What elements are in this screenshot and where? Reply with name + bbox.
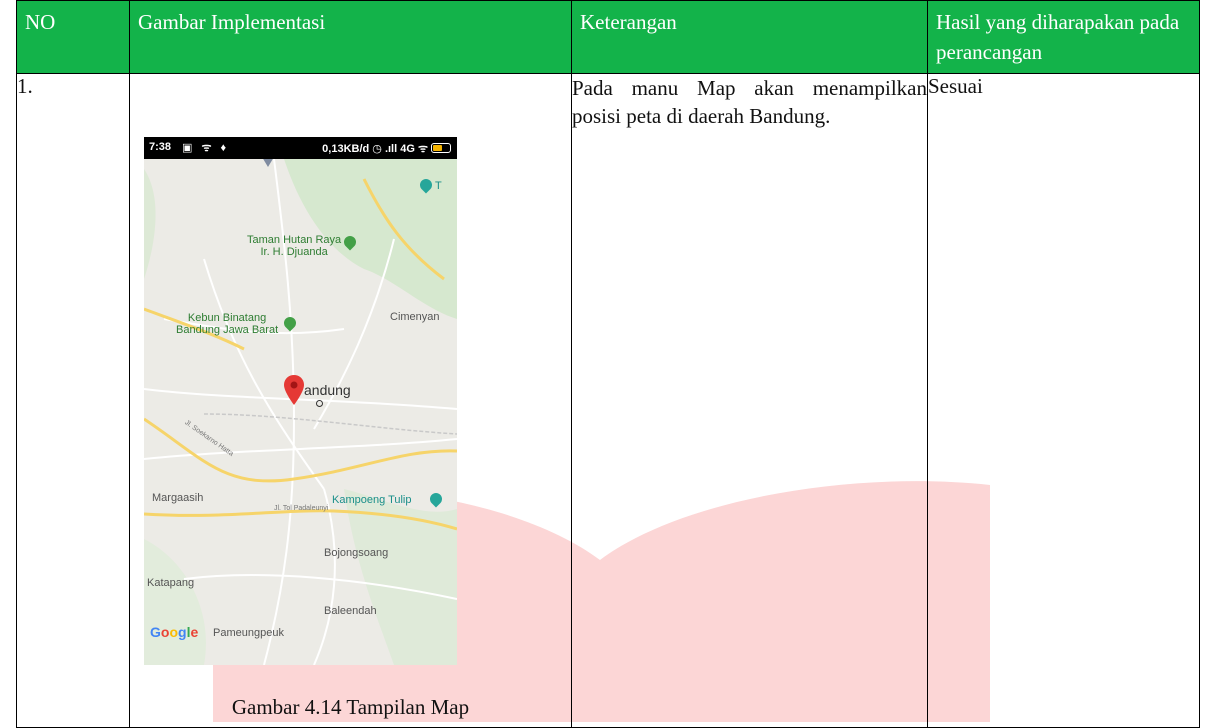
map-label-cimenyan: Cimenyan — [390, 311, 440, 323]
figure-caption: Gambar 4.14 Tampilan Map — [231, 695, 470, 719]
table-header-row: NO Gambar Implementasi Keterangan Hasil … — [16, 0, 1200, 74]
phone-screenshot: 7:38 ▣ ᯤ ♦ 0,13KB/d ◷ .ıll 4G ᯤ T Taman … — [144, 137, 457, 665]
table-row: 1. 7:38 ▣ ᯤ ♦ 0,13KB/d ◷ .ıll 4G ᯤ T Tam… — [16, 73, 1200, 728]
status-right: 0,13KB/d ◷ .ıll 4G ᯤ — [322, 141, 451, 156]
map-label-kampoeng-tulip: Kampoeng Tulip — [332, 494, 412, 506]
map-pin-icon — [284, 375, 304, 405]
map-label-taman-hutan: Taman Hutan Raya Ir. H. Djuanda — [247, 234, 342, 258]
battery-icon — [431, 143, 451, 153]
implementation-table: NO Gambar Implementasi Keterangan Hasil … — [16, 0, 1200, 728]
map-label-pameungpeuk: Pameungpeuk — [213, 627, 284, 639]
keterangan-cell: Pada manu Map akan menampilkan posisi pe… — [571, 73, 928, 728]
map-label-bandung: andung — [304, 382, 351, 398]
map-label-bojongsoang: Bojongsoang — [324, 547, 389, 559]
map-label-t: T — [435, 180, 442, 192]
hasil-cell: Sesuai — [927, 73, 1200, 728]
image-cell: 7:38 ▣ ᯤ ♦ 0,13KB/d ◷ .ıll 4G ᯤ T Taman … — [129, 73, 572, 728]
map-label-margaasih: Margaasih — [152, 492, 204, 504]
hasil-text: Sesuai — [928, 74, 983, 98]
header-keterangan: Keterangan — [571, 0, 928, 74]
status-time: 7:38 — [149, 141, 172, 153]
google-logo: Google — [150, 624, 199, 640]
map-label-katapang: Katapang — [147, 577, 195, 589]
status-bar: 7:38 ▣ ᯤ ♦ 0,13KB/d ◷ .ıll 4G ᯤ — [144, 137, 457, 159]
status-indicators: 0,13KB/d ◷ .ıll 4G ᯤ — [322, 143, 428, 155]
map-label-baleendah: Baleendah — [324, 605, 377, 617]
header-gambar: Gambar Implementasi — [129, 0, 572, 74]
map-label-kebun-binatang: Kebun Binatang Bandung Jawa Barat — [176, 312, 279, 336]
city-dot — [316, 400, 323, 407]
header-no: NO — [16, 0, 130, 74]
header-hasil: Hasil yang diharapakan pada perancangan — [927, 0, 1200, 74]
keterangan-text: Pada manu Map akan menampilkan posisi pe… — [572, 76, 927, 128]
notification-icons: ▣ ᯤ ♦ — [182, 142, 230, 154]
row-number: 1. — [16, 73, 130, 728]
map-label-road-tol: Jl. Tol Padaleunyi — [274, 505, 329, 512]
